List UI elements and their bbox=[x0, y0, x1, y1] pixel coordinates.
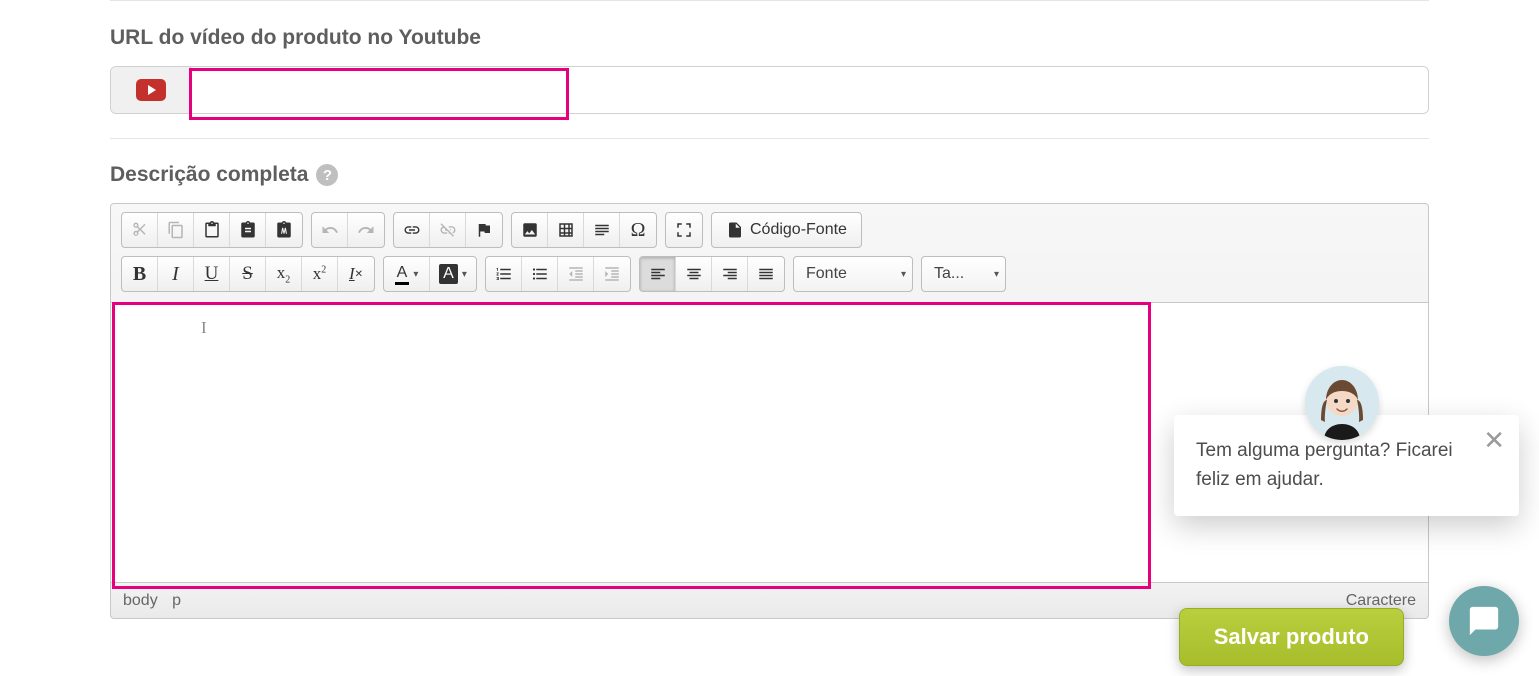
chat-prompt-text: Tem alguma pergunta? Ficarei feliz em aj… bbox=[1196, 440, 1453, 490]
chat-avatar bbox=[1305, 366, 1379, 440]
unlink-button[interactable] bbox=[430, 213, 466, 247]
anchor-button[interactable] bbox=[466, 213, 502, 247]
italic-button[interactable]: I bbox=[158, 257, 194, 291]
paste-word-button[interactable] bbox=[266, 213, 302, 247]
bullet-list-button[interactable] bbox=[522, 257, 558, 291]
indent-button[interactable] bbox=[594, 257, 630, 291]
cut-button[interactable] bbox=[122, 213, 158, 247]
font-family-combo[interactable]: Fonte ▾ bbox=[793, 256, 913, 292]
redo-button[interactable] bbox=[348, 213, 384, 247]
list-group bbox=[485, 256, 631, 292]
font-size-label: Ta... bbox=[934, 265, 964, 283]
image-button[interactable] bbox=[512, 213, 548, 247]
link-group bbox=[393, 212, 503, 248]
description-label-row: Descrição completa ? bbox=[110, 163, 1429, 187]
link-button[interactable] bbox=[394, 213, 430, 247]
hr-button[interactable] bbox=[584, 213, 620, 247]
align-group bbox=[639, 256, 785, 292]
help-icon[interactable]: ? bbox=[316, 164, 338, 186]
source-button-label: Código-Fonte bbox=[750, 221, 847, 239]
text-cursor-icon: I bbox=[201, 318, 207, 338]
char-count-label: Caractere bbox=[1346, 592, 1416, 610]
clear-format-button[interactable]: I✕ bbox=[338, 257, 374, 291]
undo-button[interactable] bbox=[312, 213, 348, 247]
insert-group: Ω bbox=[511, 212, 657, 248]
source-button[interactable]: Código-Fonte bbox=[712, 213, 861, 247]
superscript-button[interactable]: x2 bbox=[302, 257, 338, 291]
youtube-icon bbox=[136, 79, 166, 101]
maximize-button[interactable] bbox=[666, 213, 702, 247]
path-body[interactable]: body bbox=[123, 592, 158, 609]
source-group: Código-Fonte bbox=[711, 212, 862, 248]
text-color-button[interactable]: A▾ bbox=[384, 257, 430, 291]
element-path[interactable]: body p bbox=[123, 592, 191, 610]
outdent-button[interactable] bbox=[558, 257, 594, 291]
underline-button[interactable]: U bbox=[194, 257, 230, 291]
font-family-label: Fonte bbox=[806, 265, 847, 283]
youtube-icon-addon bbox=[111, 67, 191, 113]
strike-button[interactable]: S bbox=[230, 257, 266, 291]
bold-button[interactable]: B bbox=[122, 257, 158, 291]
copy-button[interactable] bbox=[158, 213, 194, 247]
subscript-button[interactable]: x2 bbox=[266, 257, 302, 291]
format-group: B I U S x2 x2 I✕ bbox=[121, 256, 375, 292]
align-justify-button[interactable] bbox=[748, 257, 784, 291]
align-center-button[interactable] bbox=[676, 257, 712, 291]
table-button[interactable] bbox=[548, 213, 584, 247]
chat-close-button[interactable]: ✕ bbox=[1483, 427, 1505, 453]
clipboard-group bbox=[121, 212, 303, 248]
youtube-url-label: URL do vídeo do produto no Youtube bbox=[110, 26, 1429, 50]
youtube-url-input[interactable] bbox=[191, 67, 1428, 113]
align-left-button[interactable] bbox=[640, 257, 676, 291]
paste-text-button[interactable] bbox=[230, 213, 266, 247]
rich-text-editor: Ω Código-Fonte B I U S x2 x2 I✕ bbox=[110, 203, 1429, 619]
font-size-combo[interactable]: Ta... ▾ bbox=[921, 256, 1006, 292]
section-divider bbox=[110, 138, 1429, 139]
save-product-button[interactable]: Salvar produto bbox=[1179, 608, 1404, 666]
path-p[interactable]: p bbox=[172, 592, 181, 609]
undo-group bbox=[311, 212, 385, 248]
align-right-button[interactable] bbox=[712, 257, 748, 291]
paste-button[interactable] bbox=[194, 213, 230, 247]
color-group: A▾ A▾ bbox=[383, 256, 477, 292]
toolbar-row-2: B I U S x2 x2 I✕ A▾ A▾ bbox=[111, 252, 1428, 302]
special-char-button[interactable]: Ω bbox=[620, 213, 656, 247]
bg-color-button[interactable]: A▾ bbox=[430, 257, 476, 291]
toolbar-row-1: Ω Código-Fonte bbox=[111, 204, 1428, 252]
numbered-list-button[interactable] bbox=[486, 257, 522, 291]
youtube-url-group bbox=[110, 66, 1429, 114]
maximize-group bbox=[665, 212, 703, 248]
chat-launcher-button[interactable] bbox=[1449, 586, 1519, 656]
description-label: Descrição completa bbox=[110, 163, 308, 187]
